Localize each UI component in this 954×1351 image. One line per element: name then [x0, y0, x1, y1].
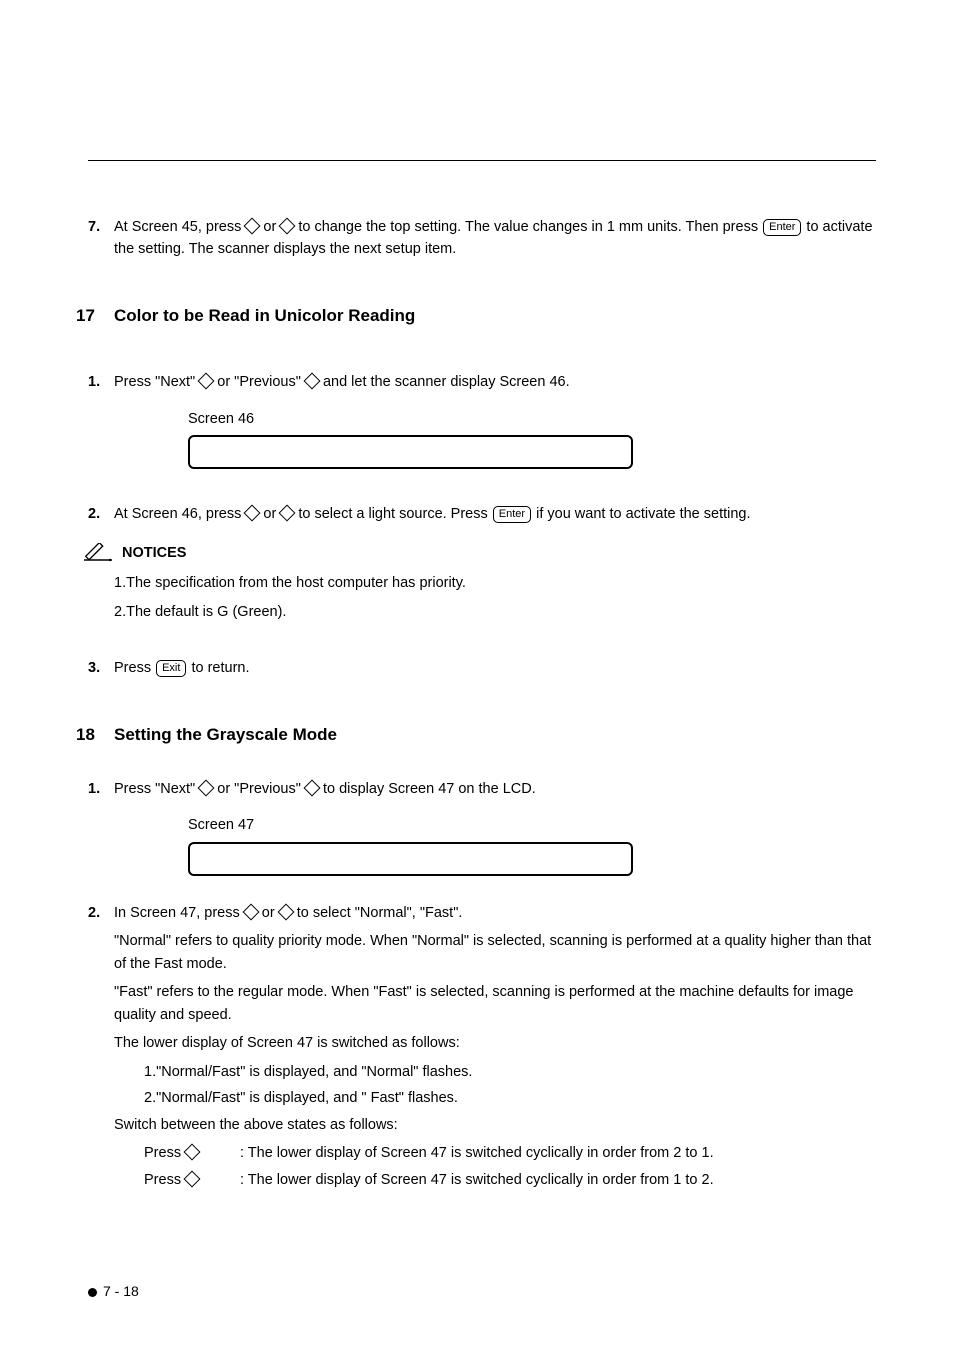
step-body: Press "Next" or "Previous" to display Sc… — [114, 778, 876, 800]
para-normal: "Normal" refers to quality priority mode… — [114, 930, 876, 975]
step-number: 3. — [88, 657, 114, 679]
notices-heading: NOTICES — [84, 542, 876, 564]
diamond-icon — [277, 904, 294, 921]
section-17-heading: 17 Color to be Read in Unicolor Reading — [76, 303, 876, 329]
bullet-icon — [88, 1288, 97, 1297]
press-row-2: Press : The lower display of Screen 47 i… — [144, 1169, 876, 1191]
step-number: 1. — [88, 778, 114, 800]
text: or — [258, 905, 279, 921]
text: or "Previous" — [213, 781, 305, 797]
text: and let the scanner display Screen 46. — [319, 374, 570, 390]
step-1: 1. Press "Next" or "Previous" to display… — [88, 778, 876, 800]
step-2: 2. At Screen 46, press or to select a li… — [88, 503, 876, 525]
screen-box-frame — [188, 435, 633, 469]
text: to return. — [187, 660, 249, 676]
exit-key-icon: Exit — [156, 660, 186, 677]
text: or — [259, 506, 280, 522]
step-3: 3. Press Exit to return. — [88, 657, 876, 679]
text: Press — [144, 1172, 185, 1188]
section-title: Color to be Read in Unicolor Reading — [114, 303, 415, 329]
pencil-icon — [84, 543, 114, 563]
screen-46-label: Screen 46 — [188, 408, 876, 430]
page-footer: 7 - 18 — [88, 1281, 139, 1303]
step-number: 2. — [88, 902, 114, 924]
screen-47-label: Screen 47 — [188, 814, 876, 836]
step-body: Press Exit to return. — [114, 657, 876, 679]
enter-key-icon: Enter — [763, 219, 801, 236]
para-switch: Switch between the above states as follo… — [114, 1114, 876, 1136]
text: Press — [144, 1145, 185, 1161]
list-item-1: 1."Normal/Fast" is displayed, and "Norma… — [144, 1061, 876, 1083]
step-2: 2. In Screen 47, press or to select "Nor… — [88, 902, 876, 924]
step-number: 2. — [88, 503, 114, 525]
text: to change the top setting. The value cha… — [294, 219, 762, 235]
text: Press "Next" — [114, 781, 199, 797]
diamond-icon — [184, 1170, 201, 1187]
horizontal-rule — [88, 160, 876, 161]
para-fast: "Fast" refers to the regular mode. When … — [114, 981, 876, 1026]
section-number: 17 — [76, 303, 114, 329]
screen-47-box — [188, 837, 633, 882]
text: Press — [114, 660, 155, 676]
page-number: 7 - 18 — [103, 1281, 139, 1303]
step-1: 1. Press "Next" or "Previous" and let th… — [88, 371, 876, 393]
diamond-icon — [303, 780, 320, 797]
diamond-icon — [184, 1144, 201, 1161]
press-row-1: Press : The lower display of Screen 47 i… — [144, 1142, 876, 1164]
text: or "Previous" — [213, 374, 305, 390]
text: if you want to activate the setting. — [532, 506, 750, 522]
notices-label: NOTICES — [122, 542, 186, 564]
diamond-icon — [303, 373, 320, 390]
step-body: Press "Next" or "Previous" and let the s… — [114, 371, 876, 393]
step-number: 1. — [88, 371, 114, 393]
press-label: Press — [144, 1169, 240, 1191]
diamond-icon — [242, 904, 259, 921]
step-body: In Screen 47, press or to select "Normal… — [114, 902, 876, 924]
list-item-2: 2."Normal/Fast" is displayed, and " Fast… — [144, 1087, 876, 1109]
step-7: 7. At Screen 45, press or to change the … — [88, 216, 876, 261]
text: to select "Normal", "Fast". — [293, 905, 463, 921]
text: to select a light source. Press — [294, 506, 491, 522]
screen-box-frame — [188, 842, 633, 876]
text: to display Screen 47 on the LCD. — [319, 781, 536, 797]
notice-1: 1.The specification from the host comput… — [114, 572, 876, 594]
step-body: At Screen 46, press or to select a light… — [114, 503, 876, 525]
screen-46-box — [188, 430, 633, 475]
notice-2: 2.The default is G (Green). — [114, 601, 876, 623]
text: or — [259, 219, 280, 235]
press-desc: : The lower display of Screen 47 is swit… — [240, 1142, 714, 1164]
text: At Screen 46, press — [114, 506, 245, 522]
section-number: 18 — [76, 722, 114, 748]
text: At Screen 45, press — [114, 219, 245, 235]
press-desc: : The lower display of Screen 47 is swit… — [240, 1169, 714, 1191]
step-number: 7. — [88, 216, 114, 261]
press-label: Press — [144, 1142, 240, 1164]
enter-key-icon: Enter — [493, 506, 531, 523]
text: In Screen 47, press — [114, 905, 244, 921]
section-18-heading: 18 Setting the Grayscale Mode — [76, 722, 876, 748]
para-lower-display: The lower display of Screen 47 is switch… — [114, 1032, 876, 1054]
text: Press "Next" — [114, 374, 199, 390]
section-title: Setting the Grayscale Mode — [114, 722, 337, 748]
step-body: At Screen 45, press or to change the top… — [114, 216, 876, 261]
